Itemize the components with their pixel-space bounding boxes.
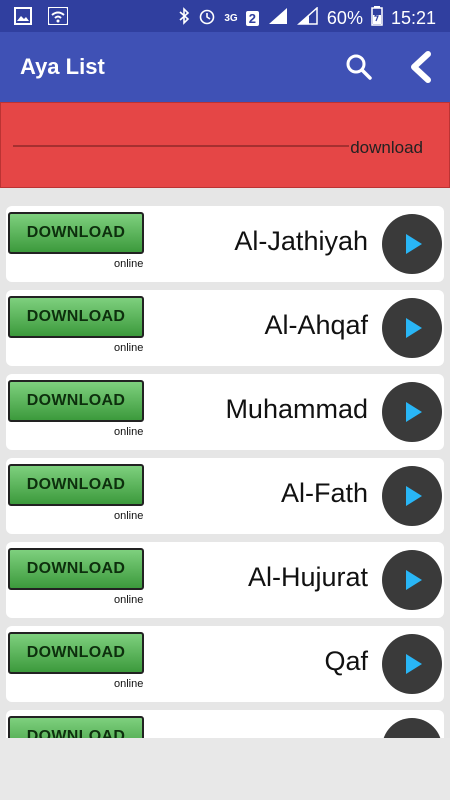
surah-name: Al-Jathiyah [234, 226, 368, 256]
alarm-icon [198, 7, 216, 30]
play-button[interactable] [382, 382, 442, 442]
play-button[interactable] [382, 466, 442, 526]
play-button[interactable] [382, 718, 442, 738]
play-icon [406, 570, 422, 590]
image-icon [14, 7, 32, 30]
source-label: online [114, 426, 144, 438]
wifi-icon [47, 6, 69, 30]
play-button[interactable] [382, 550, 442, 610]
sim-slot-badge: 2 [245, 11, 259, 26]
source-label: online [114, 510, 144, 522]
source-label: online [114, 258, 144, 270]
list-item[interactable]: DOWNLOAD online Muhammad [6, 374, 444, 450]
source-label: online [114, 342, 144, 354]
search-button[interactable] [344, 52, 374, 82]
play-button[interactable] [382, 634, 442, 694]
play-button[interactable] [382, 214, 442, 274]
download-button[interactable]: DOWNLOAD [8, 296, 144, 338]
play-icon [406, 654, 422, 674]
battery-icon [371, 6, 383, 31]
surah-name: Al-Fath [280, 478, 368, 508]
network-type: 3G [224, 12, 238, 24]
surah-name: Al-Hujurat [247, 562, 368, 592]
list-item[interactable]: DOWNLOAD online Al-Fath [6, 458, 444, 534]
play-icon [406, 234, 422, 254]
search-icon [344, 54, 374, 86]
back-chevron-icon [404, 51, 438, 88]
list-item[interactable]: DOWNLOAD [6, 710, 444, 738]
download-status-label: download [350, 138, 423, 157]
signal-icon [267, 7, 289, 30]
surah-name: Muhammad [225, 394, 368, 424]
list-item[interactable]: DOWNLOAD online Al-Hujurat [6, 542, 444, 618]
download-progress-banner: download [0, 102, 450, 188]
play-icon [406, 402, 422, 422]
play-icon [406, 486, 422, 506]
surah-name: Al-Ahqaf [264, 310, 368, 340]
download-button[interactable]: DOWNLOAD [8, 212, 144, 254]
bottom-empty-area [0, 738, 450, 800]
list-item[interactable]: DOWNLOAD online Qaf [6, 626, 444, 702]
download-button[interactable]: DOWNLOAD [8, 716, 144, 738]
clock: 15:21 [390, 8, 436, 28]
download-button[interactable]: DOWNLOAD [8, 548, 144, 590]
app-bar: Aya List [0, 32, 450, 102]
back-button[interactable] [404, 50, 438, 84]
battery-percent: 60% [326, 8, 363, 28]
source-label: online [114, 594, 144, 606]
aya-list[interactable]: DOWNLOAD online Al-Jathiyah DOWNLOAD onl… [0, 102, 450, 738]
source-label: online [114, 678, 144, 690]
surah-name: Qaf [324, 646, 368, 676]
status-bar: 3G 2 60% 15:21 [0, 0, 450, 32]
download-button[interactable]: DOWNLOAD [8, 380, 144, 422]
list-item[interactable]: DOWNLOAD online Al-Jathiyah [6, 206, 444, 282]
download-button[interactable]: DOWNLOAD [8, 464, 144, 506]
list-item[interactable]: DOWNLOAD online Al-Ahqaf [6, 290, 444, 366]
download-button[interactable]: DOWNLOAD [8, 632, 144, 674]
play-button[interactable] [382, 298, 442, 358]
play-icon [406, 318, 422, 338]
bluetooth-icon [178, 7, 190, 30]
signal-icon [296, 6, 319, 30]
page-title: Aya List [20, 54, 105, 79]
download-progress-bar [13, 145, 349, 147]
